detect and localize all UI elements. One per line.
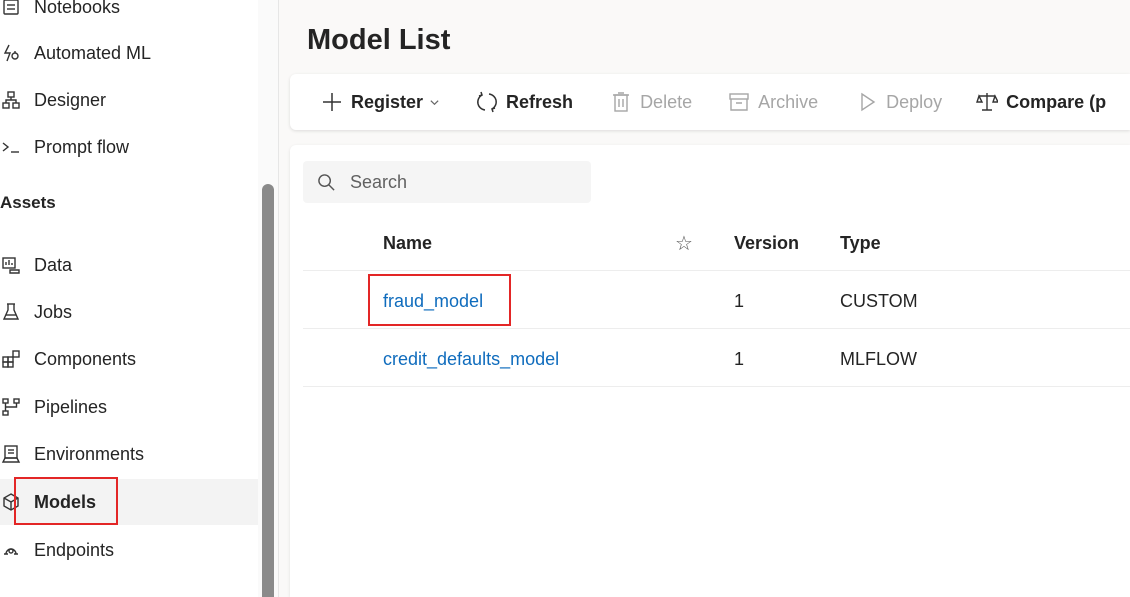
jobs-icon xyxy=(0,301,22,323)
play-icon xyxy=(856,91,878,113)
refresh-icon xyxy=(476,91,498,113)
nav-item-environments[interactable]: Environments xyxy=(0,431,258,477)
deploy-button[interactable]: Deploy xyxy=(856,74,942,130)
nav-item-label: Pipelines xyxy=(34,396,108,417)
register-label: Register xyxy=(351,91,424,112)
nav-item-pipelines[interactable]: Pipelines xyxy=(0,384,258,430)
model-name-link[interactable]: credit_defaults_model xyxy=(383,349,559,370)
chevron-down-icon xyxy=(429,97,440,108)
deploy-label: Deploy xyxy=(886,91,943,112)
nav-item-designer[interactable]: Designer xyxy=(0,77,258,123)
model-list-panel: Name ☆ Version Type fraud_model 1 CUSTOM… xyxy=(290,145,1130,597)
nav-item-label: Components xyxy=(34,348,137,369)
designer-icon xyxy=(0,89,22,111)
archive-button[interactable]: Archive xyxy=(728,74,818,130)
plus-icon xyxy=(321,91,343,113)
nav-item-components[interactable]: Components xyxy=(0,336,258,382)
nav-item-notebooks[interactable]: Notebooks xyxy=(0,0,258,30)
nav-item-data[interactable]: Data xyxy=(0,242,258,288)
data-icon xyxy=(0,254,22,276)
nav-item-jobs[interactable]: Jobs xyxy=(0,289,258,335)
prompt-flow-icon xyxy=(0,136,22,158)
compare-label: Compare (p xyxy=(1006,91,1107,112)
search-input[interactable] xyxy=(348,170,572,194)
search-box[interactable] xyxy=(303,161,591,203)
models-highlight-box xyxy=(14,477,118,525)
nav-item-label: Environments xyxy=(34,443,145,464)
compare-button[interactable]: Compare (p xyxy=(976,74,1106,130)
scale-icon xyxy=(976,91,999,113)
nav-item-label: Notebooks xyxy=(34,0,121,17)
assets-section-label: Assets xyxy=(0,193,56,212)
nav-item-label: Automated ML xyxy=(34,42,152,63)
page-title: Model List xyxy=(307,24,451,56)
nav-item-label: Prompt flow xyxy=(34,136,130,157)
trash-icon xyxy=(610,91,632,113)
delete-button[interactable]: Delete xyxy=(610,74,692,130)
search-icon xyxy=(317,173,336,192)
pipelines-icon xyxy=(0,396,22,418)
automated-ml-icon xyxy=(0,42,22,64)
nav-item-prompt-flow[interactable]: Prompt flow xyxy=(0,124,258,170)
star-icon[interactable]: ☆ xyxy=(675,231,693,256)
left-navigation: Notebooks Automated ML Designer Prompt f… xyxy=(0,0,278,597)
environments-icon xyxy=(0,443,22,465)
refresh-button[interactable]: Refresh xyxy=(476,74,573,130)
refresh-label: Refresh xyxy=(506,91,574,112)
archive-icon xyxy=(728,91,750,113)
fraud-model-highlight-box xyxy=(368,274,511,326)
components-icon xyxy=(0,348,22,370)
nav-item-label: Designer xyxy=(34,89,107,110)
sidebar-scrollbar-thumb[interactable] xyxy=(262,184,274,597)
endpoints-icon xyxy=(0,539,22,561)
notebook-icon xyxy=(0,0,22,18)
main-panel: Model List Register Refresh Delete Archi… xyxy=(279,0,1130,597)
archive-label: Archive xyxy=(758,91,819,112)
column-header-version[interactable]: Version xyxy=(734,233,799,254)
command-bar: Register Refresh Delete Archive Deploy C… xyxy=(290,74,1130,130)
nav-item-endpoints[interactable]: Endpoints xyxy=(0,527,258,573)
header-divider xyxy=(303,270,1130,271)
row-divider xyxy=(303,386,1130,387)
model-type: CUSTOM xyxy=(840,291,918,311)
column-header-type[interactable]: Type xyxy=(840,233,881,254)
register-button[interactable]: Register xyxy=(321,74,440,130)
model-type: MLFLOW xyxy=(840,349,918,369)
nav-item-label: Jobs xyxy=(34,301,73,322)
model-version: 1 xyxy=(734,349,745,369)
nav-item-automated-ml[interactable]: Automated ML xyxy=(0,30,258,76)
model-version: 1 xyxy=(734,291,745,311)
row-divider xyxy=(303,328,1130,329)
nav-item-label: Data xyxy=(34,254,73,275)
column-header-name[interactable]: Name xyxy=(383,233,432,254)
delete-label: Delete xyxy=(640,91,693,112)
nav-item-label: Endpoints xyxy=(34,539,115,560)
